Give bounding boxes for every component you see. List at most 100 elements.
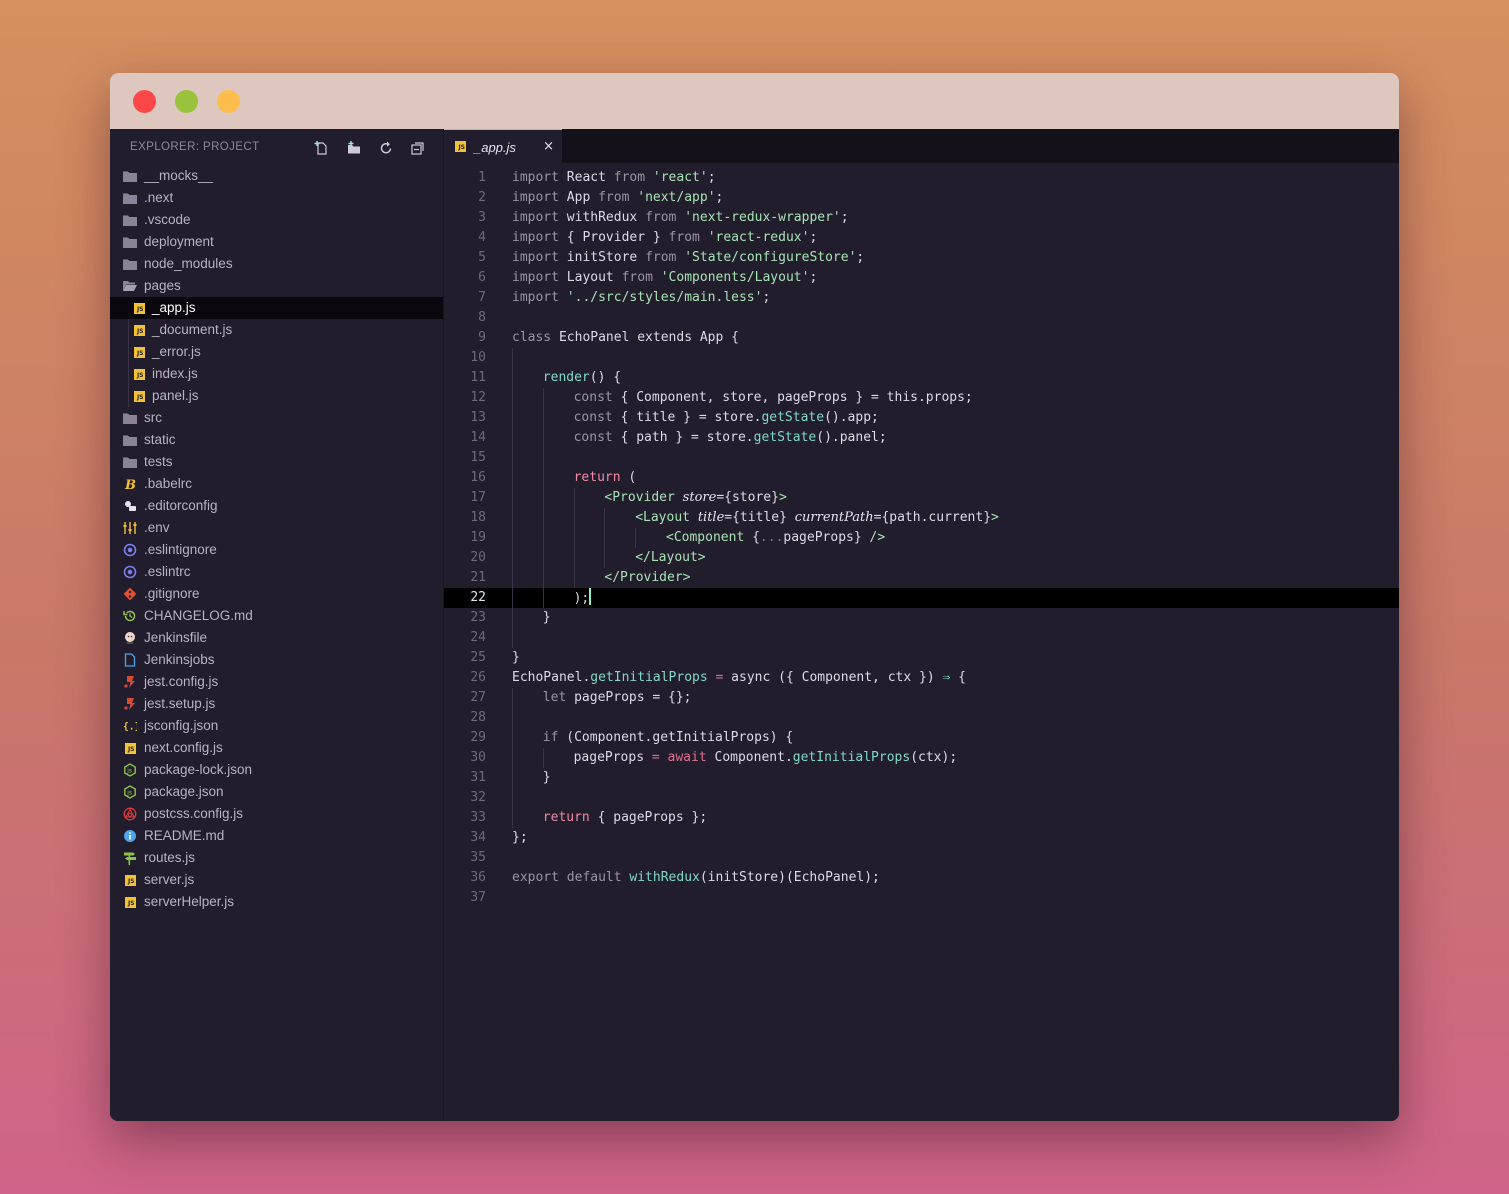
- code-line[interactable]: 11 render() {: [444, 368, 1399, 388]
- tree-item[interactable]: src: [110, 407, 443, 429]
- tree-item[interactable]: {.} jsconfig.json: [110, 715, 443, 737]
- tab-app-js[interactable]: JS _app.js ×: [444, 129, 562, 163]
- code-line[interactable]: 33 return { pageProps };: [444, 808, 1399, 828]
- indent-guide: [128, 319, 129, 341]
- code-line[interactable]: 35: [444, 848, 1399, 868]
- new-file-icon[interactable]: [313, 139, 331, 157]
- code-line[interactable]: 22);: [444, 588, 1399, 608]
- tree-item[interactable]: __mocks__: [110, 165, 443, 187]
- indent-guide: [512, 408, 513, 428]
- code-line[interactable]: 15: [444, 448, 1399, 468]
- code-line[interactable]: 8: [444, 308, 1399, 328]
- tree-item[interactable]: .editorconfig: [110, 495, 443, 517]
- tree-item[interactable]: static: [110, 429, 443, 451]
- code-line[interactable]: 27 let pageProps = {};: [444, 688, 1399, 708]
- code-token: EchoPanel extends App {: [558, 330, 739, 345]
- code-line[interactable]: 12 const { Component, store, pageProps } …: [444, 388, 1399, 408]
- tree-item[interactable]: .next: [110, 187, 443, 209]
- code-line[interactable]: 5 import initStore from 'State/configureS…: [444, 248, 1399, 268]
- close-window-button[interactable]: [133, 90, 156, 113]
- minimize-window-button[interactable]: [175, 90, 198, 113]
- code-line[interactable]: 1 import React from 'react';: [444, 168, 1399, 188]
- tree-item[interactable]: node_modules: [110, 253, 443, 275]
- code-line[interactable]: 9 class EchoPanel extends App {: [444, 328, 1399, 348]
- code-line[interactable]: 6 import Layout from 'Components/Layout';: [444, 268, 1399, 288]
- code-view[interactable]: 1 import React from 'react'; 2 import App f…: [444, 168, 1399, 908]
- code-line[interactable]: 7 import '../src/styles/main.less';: [444, 288, 1399, 308]
- tree-item[interactable]: JS index.js: [110, 363, 443, 385]
- zoom-window-button[interactable]: [217, 90, 240, 113]
- code-line[interactable]: 16 return (: [444, 468, 1399, 488]
- tree-item[interactable]: .eslintrc: [110, 561, 443, 583]
- close-tab-icon[interactable]: ×: [543, 139, 554, 154]
- tree-item[interactable]: Jenkinsfile: [110, 627, 443, 649]
- code-token: }: [512, 650, 520, 665]
- tree-item[interactable]: deployment: [110, 231, 443, 253]
- code-line[interactable]: 37: [444, 888, 1399, 908]
- tree-item[interactable]: .eslintignore: [110, 539, 443, 561]
- line-number: 28: [470, 710, 486, 725]
- new-folder-icon[interactable]: [345, 139, 363, 157]
- code-line[interactable]: 13 const { title } = store.getState().app…: [444, 408, 1399, 428]
- code-line[interactable]: 21 </Provider>: [444, 568, 1399, 588]
- collapse-all-icon[interactable]: [409, 139, 427, 157]
- code-line[interactable]: 25}: [444, 648, 1399, 668]
- tree-item[interactable]: tests: [110, 451, 443, 473]
- code-line[interactable]: 18 <Layout title={title} currentPath={pat…: [444, 508, 1399, 528]
- refresh-icon[interactable]: [377, 139, 395, 157]
- indent-guide: [128, 385, 129, 407]
- eslint-icon: [123, 565, 137, 579]
- tree-item[interactable]: CHANGELOG.md: [110, 605, 443, 627]
- tree-item[interactable]: postcss.config.js: [110, 803, 443, 825]
- indent-guide: [573, 568, 575, 588]
- code-line[interactable]: 36 export default withRedux(initStore)(Ec…: [444, 868, 1399, 888]
- tree-item[interactable]: .env: [110, 517, 443, 539]
- tree-item[interactable]: js package.json: [110, 781, 443, 803]
- code-token: if: [542, 730, 567, 745]
- indent-guide: [512, 768, 513, 788]
- tree-item-label: _error.js: [152, 344, 201, 359]
- tree-item[interactable]: JS _app.js: [110, 297, 443, 319]
- code-token: >: [778, 490, 787, 505]
- tree-item[interactable]: .vscode: [110, 209, 443, 231]
- line-number: 13: [470, 410, 486, 425]
- code-line[interactable]: 23}: [444, 608, 1399, 628]
- code-line[interactable]: 29 if (Component.getInitialProps) {: [444, 728, 1399, 748]
- tree-item[interactable]: js package-lock.json: [110, 759, 443, 781]
- code-line[interactable]: 17 <Provider store={store}>: [444, 488, 1399, 508]
- tree-item[interactable]: B .babelrc: [110, 473, 443, 495]
- code-line[interactable]: 4 import { Provider } from 'react-redux';: [444, 228, 1399, 248]
- tree-item[interactable]: routes.js: [110, 847, 443, 869]
- code-line[interactable]: 31}: [444, 768, 1399, 788]
- tree-item[interactable]: jest.config.js: [110, 671, 443, 693]
- code-line[interactable]: 26 EchoPanel.getInitialProps = async ({ C…: [444, 668, 1399, 688]
- code-line[interactable]: 32: [444, 788, 1399, 808]
- tree-item[interactable]: JS _document.js: [110, 319, 443, 341]
- tree-item[interactable]: JS serverHelper.js: [110, 891, 443, 913]
- code-line[interactable]: 19 <Component {...pageProps} />: [444, 528, 1399, 548]
- tree-item[interactable]: JS _error.js: [110, 341, 443, 363]
- code-token: const: [573, 410, 621, 425]
- tab-bar: JS _app.js ×: [444, 129, 1399, 163]
- code-line[interactable]: 10: [444, 348, 1399, 368]
- tree-item[interactable]: pages: [110, 275, 443, 297]
- code-line[interactable]: 24: [444, 628, 1399, 648]
- code-line[interactable]: 34};: [444, 828, 1399, 848]
- code-token: const: [573, 390, 621, 405]
- tree-item[interactable]: Jenkinsjobs: [110, 649, 443, 671]
- tree-item[interactable]: .gitignore: [110, 583, 443, 605]
- code-line[interactable]: 20 </Layout>: [444, 548, 1399, 568]
- code-token: import: [512, 270, 567, 285]
- code-line[interactable]: 2 import App from 'next/app';: [444, 188, 1399, 208]
- code-line[interactable]: 3 import withRedux from 'next-redux-wrapp…: [444, 208, 1399, 228]
- tree-item[interactable]: JS panel.js: [110, 385, 443, 407]
- code-line[interactable]: 14 const { path } = store.getState().pane…: [444, 428, 1399, 448]
- tree-item[interactable]: jest.setup.js: [110, 693, 443, 715]
- code-token: export default: [512, 870, 630, 885]
- indent-guide: [604, 528, 606, 548]
- code-line[interactable]: 28: [444, 708, 1399, 728]
- tree-item[interactable]: JS server.js: [110, 869, 443, 891]
- tree-item[interactable]: JS next.config.js: [110, 737, 443, 759]
- code-line[interactable]: 30 pageProps = await Component.getInitial…: [444, 748, 1399, 768]
- tree-item[interactable]: README.md: [110, 825, 443, 847]
